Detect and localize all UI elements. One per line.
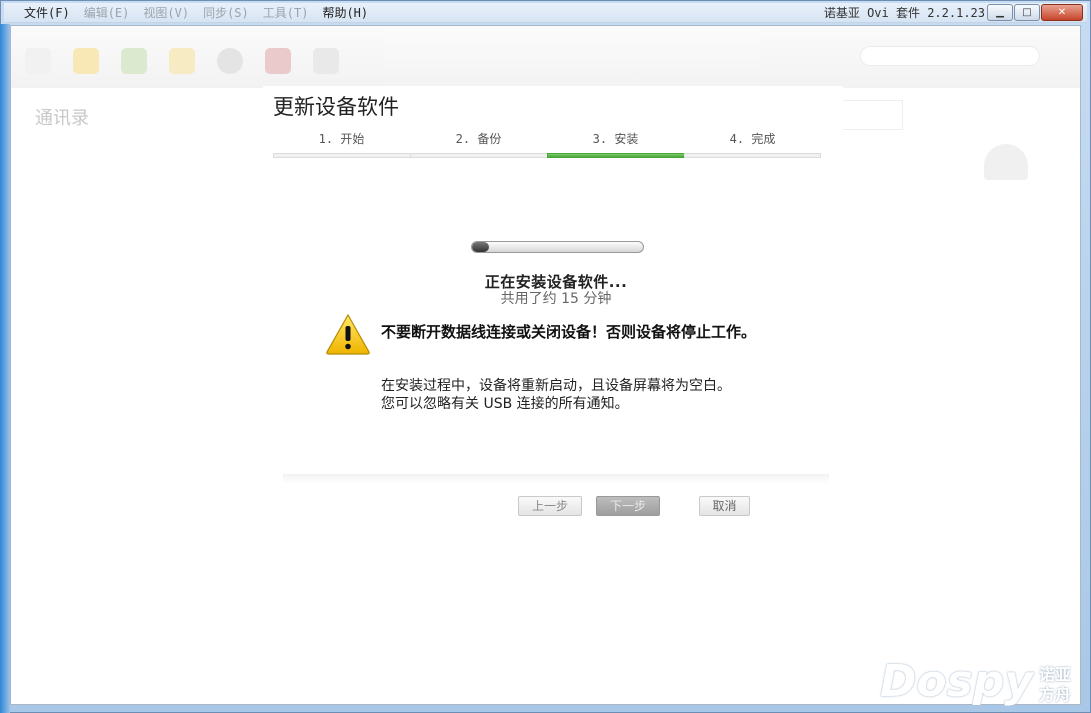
- step-bar: [684, 153, 821, 158]
- warning-icon: [326, 313, 370, 355]
- window-title: 诺基亚 Ovi 套件 2.2.1.23: [823, 6, 985, 20]
- step-bar: [273, 153, 410, 158]
- watermark-logo: Dospy: [879, 656, 1033, 707]
- background-toolbar: [11, 26, 1080, 88]
- maps-icon: [313, 48, 339, 74]
- menu-edit[interactable]: 编辑(E): [84, 3, 130, 23]
- menu-sync[interactable]: 同步(S): [203, 3, 249, 23]
- install-progress-bar: [471, 241, 644, 253]
- photos-icon: [121, 48, 147, 74]
- contacts-icon: [73, 48, 99, 74]
- step-bar-active: [547, 153, 684, 158]
- step-bar: [410, 153, 547, 158]
- warning-body-line: 您可以忽略有关 USB 连接的所有通知。: [381, 396, 629, 412]
- step-backup: 2. 备份: [410, 130, 547, 158]
- window-controls: ▁ □ ✕: [987, 4, 1083, 21]
- maximize-button[interactable]: □: [1014, 4, 1040, 21]
- step-label: 2. 备份: [455, 132, 502, 146]
- background-avatar: [984, 144, 1028, 180]
- menu-bar: 文件(F) 编辑(E) 视图(V) 同步(S) 工具(T) 帮助(H): [24, 3, 368, 23]
- dialog-title: 更新设备软件: [273, 95, 399, 119]
- messages-icon: [169, 48, 195, 74]
- background-panel-title: 通讯录: [35, 108, 89, 129]
- step-label: 4. 完成: [729, 132, 776, 146]
- step-indicator: 1. 开始 2. 备份 3. 安装 4. 完成: [273, 130, 821, 158]
- calendar-icon: [265, 48, 291, 74]
- warning-body: 在安装过程中，设备将重新启动，且设备屏幕将为空白。 您可以忽略有关 USB 连接…: [381, 377, 801, 413]
- watermark-subtext: 诺亚方舟: [1039, 665, 1072, 704]
- window-left-border: [0, 24, 10, 713]
- client-area: 通讯录 照片 更新设备软件 1. 开始 2. 备份 3. 安装 4. 完成: [10, 25, 1081, 705]
- minimize-button[interactable]: ▁: [987, 4, 1013, 21]
- previous-button[interactable]: 上一步: [518, 496, 582, 516]
- menu-help[interactable]: 帮助(H): [322, 3, 368, 23]
- step-finish: 4. 完成: [684, 130, 821, 158]
- background-search-field: [860, 46, 1040, 66]
- step-label: 1. 开始: [318, 132, 365, 146]
- update-software-dialog: 更新设备软件 1. 开始 2. 备份 3. 安装 4. 完成 正在安装设备软件.…: [263, 86, 843, 516]
- progress-fill: [472, 242, 490, 252]
- warning-body-line: 在安装过程中，设备将重新启动，且设备屏幕将为空白。: [381, 378, 731, 394]
- divider: [283, 474, 829, 484]
- menu-file[interactable]: 文件(F): [24, 3, 70, 23]
- step-label: 3. 安装: [592, 132, 639, 146]
- menu-tools[interactable]: 工具(T): [263, 3, 309, 23]
- menu-view[interactable]: 视图(V): [143, 3, 189, 23]
- cancel-button[interactable]: 取消: [699, 496, 750, 516]
- home-icon: [25, 48, 51, 74]
- step-start: 1. 开始: [273, 130, 410, 158]
- step-install: 3. 安装: [547, 130, 684, 158]
- warning-title: 不要断开数据线连接或关闭设备！否则设备将停止工作。: [381, 323, 757, 341]
- elapsed-time: 共用了约 15 分钟: [500, 291, 612, 307]
- music-icon: [217, 48, 243, 74]
- title-bar: 文件(F) 编辑(E) 视图(V) 同步(S) 工具(T) 帮助(H) 诺基亚 …: [4, 3, 1087, 23]
- close-button[interactable]: ✕: [1041, 4, 1083, 21]
- next-button[interactable]: 下一步: [596, 496, 660, 516]
